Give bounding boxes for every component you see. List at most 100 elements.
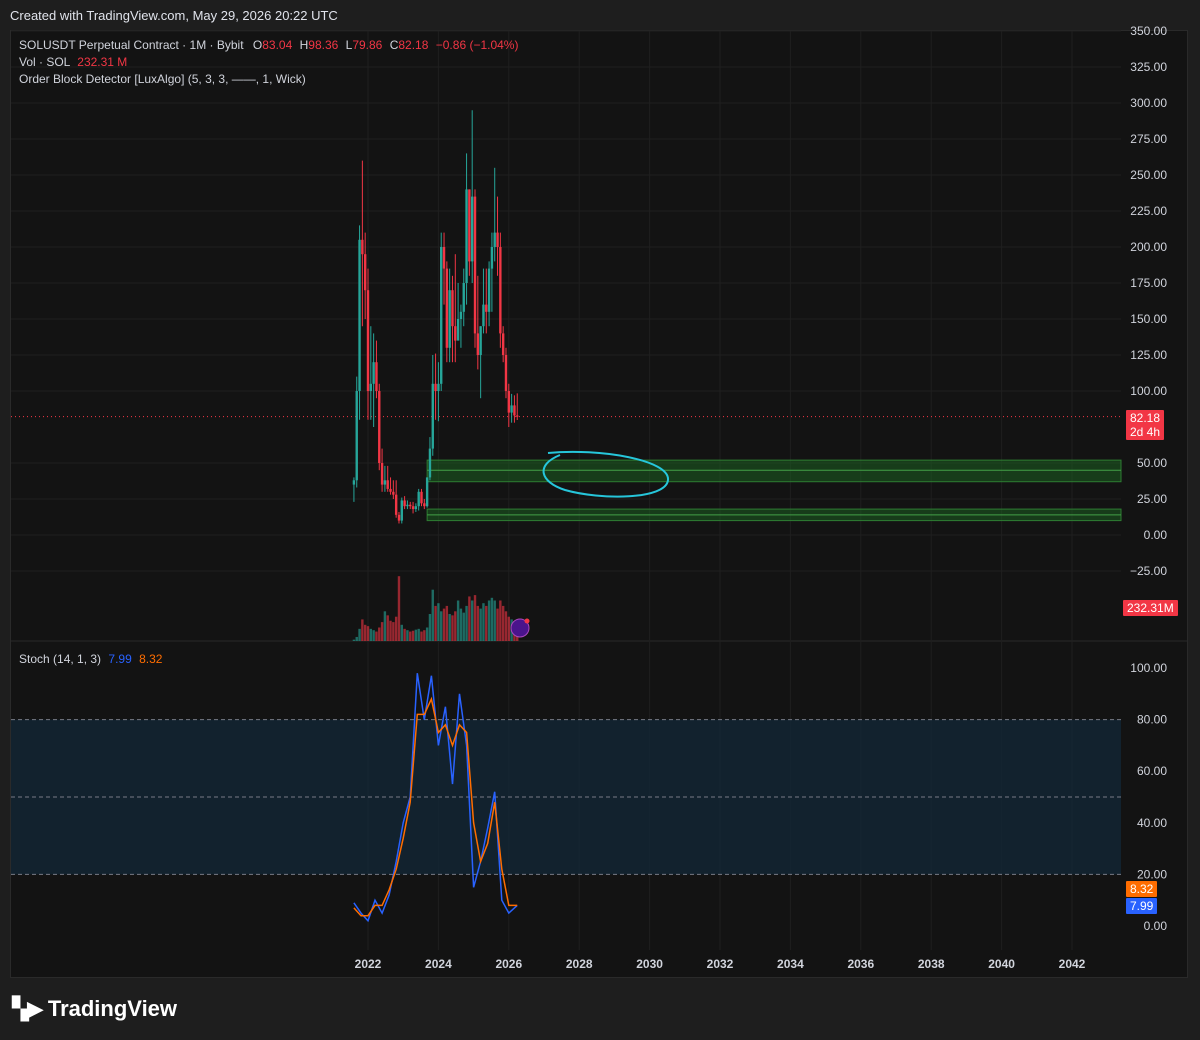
- volume-bar: [496, 608, 499, 641]
- candle-body: [380, 463, 384, 485]
- candle-body: [431, 383, 434, 449]
- volume-bar: [417, 628, 420, 641]
- volume-bar: [358, 628, 361, 641]
- candle-body: [487, 268, 491, 312]
- candle-body: [383, 480, 387, 485]
- tradingview-logo-icon: ▚▶: [12, 996, 44, 1021]
- symbol-legend: SOLUSDT Perpetual Contract · 1M · Bybit …: [19, 38, 518, 52]
- tradingview-brand[interactable]: ▚▶ TradingView: [12, 996, 177, 1022]
- stoch-y-tick-label: 80.00: [1137, 713, 1167, 727]
- candle-body: [411, 506, 415, 510]
- stoch-d-tag: 8.32: [1126, 881, 1158, 897]
- candle-body: [485, 304, 488, 312]
- candle-body: [451, 290, 454, 327]
- candle-body: [375, 362, 378, 391]
- y-tick-label: 25.00: [1137, 492, 1167, 506]
- candle-body: [513, 405, 516, 416]
- candle-body: [437, 383, 440, 391]
- alert-dot-icon: [524, 618, 530, 624]
- candle-body: [417, 491, 420, 507]
- x-tick-label: 2032: [707, 957, 734, 971]
- volume-bar: [369, 628, 373, 641]
- ohlc-close-value: 82.18: [398, 38, 429, 52]
- volume-bar: [482, 603, 485, 641]
- candle-body: [355, 391, 358, 481]
- bar-countdown: 2d 4h: [1130, 425, 1161, 439]
- candle-body: [352, 480, 356, 485]
- indicator-legend[interactable]: Order Block Detector [LuxAlgo] (5, 3, 3,…: [19, 72, 306, 86]
- indicator-label: Order Block Detector [LuxAlgo] (5, 3, 3,…: [19, 72, 306, 86]
- volume-bar: [442, 608, 446, 641]
- candle-body: [425, 477, 429, 507]
- x-tick-label: 2040: [988, 957, 1015, 971]
- y-tick-label: 0.00: [1144, 528, 1168, 542]
- stoch-y-tick-label: 100.00: [1130, 661, 1167, 675]
- volume-bar: [423, 630, 426, 641]
- volume-bar: [397, 576, 401, 641]
- volume-bar: [501, 605, 505, 641]
- stoch-legend[interactable]: Stoch (14, 1, 3) 7.99 8.32: [19, 652, 162, 666]
- stoch-y-tick-label: 0.00: [1144, 919, 1168, 933]
- ohlc-low-value: 79.86: [352, 38, 383, 52]
- candle-body: [479, 326, 482, 355]
- price-change: −0.86 (−1.04%): [435, 38, 519, 52]
- volume-value: 232.31 M: [77, 55, 128, 69]
- volume-bar: [406, 630, 409, 641]
- ohlc-open-label: O: [252, 38, 263, 52]
- candle-body: [420, 491, 423, 504]
- volume-bar: [363, 624, 367, 641]
- volume-bar: [355, 636, 358, 641]
- stoch-y-tick-label: 20.00: [1137, 867, 1167, 881]
- volume-bar: [383, 611, 387, 641]
- candle-body: [397, 514, 401, 521]
- candle-body: [369, 383, 373, 391]
- candle-body: [516, 415, 519, 417]
- candle-body: [456, 319, 460, 341]
- ohlc-high-label: H: [299, 38, 309, 52]
- candle-body: [462, 283, 465, 312]
- volume-bar: [470, 600, 474, 641]
- volume-bar: [389, 620, 392, 641]
- x-tick-label: 2030: [636, 957, 663, 971]
- stoch-k-value: 7.99: [108, 652, 132, 666]
- volume-legend[interactable]: Vol · SOL 232.31 M: [19, 55, 127, 69]
- candle-body: [386, 480, 389, 489]
- x-tick-label: 2026: [495, 957, 522, 971]
- symbol-name[interactable]: SOLUSDT Perpetual Contract · 1M · Bybit: [19, 38, 244, 52]
- volume-bar: [400, 624, 403, 641]
- candle-body: [392, 491, 395, 495]
- candle-body: [465, 189, 468, 283]
- candle-body: [361, 239, 364, 255]
- candle-body: [406, 504, 409, 507]
- volume-bar: [378, 627, 381, 641]
- x-tick-label: 2038: [918, 957, 945, 971]
- candle-body: [414, 506, 418, 510]
- candle-body: [366, 290, 370, 391]
- candle-body: [468, 189, 471, 262]
- volume-bar: [465, 605, 468, 641]
- candle-body: [423, 503, 426, 507]
- candle-body: [499, 247, 502, 334]
- volume-bar: [499, 600, 502, 641]
- candle-body: [501, 333, 505, 355]
- volume-bar: [428, 614, 432, 641]
- volume-bar: [459, 608, 463, 641]
- volume-bar: [403, 628, 406, 641]
- y-tick-label: 325.00: [1130, 60, 1167, 74]
- candle-body: [442, 247, 446, 269]
- price-chart-svg[interactable]: 2022 2024 2026 2028 2030 2032 2034 2036 2038 2040…: [0, 0, 1200, 1040]
- y-tick-label: 125.00: [1130, 348, 1167, 362]
- volume-bar: [485, 605, 488, 641]
- y-tick-label: 150.00: [1130, 312, 1167, 326]
- volume-bar: [411, 630, 415, 641]
- y-tick-label: 100.00: [1130, 384, 1167, 398]
- volume-bar: [440, 611, 443, 641]
- candle-body: [493, 232, 496, 247]
- candle-body: [394, 494, 398, 515]
- y-tick-label: −25.00: [1130, 564, 1167, 578]
- candle-body: [507, 391, 510, 413]
- volume-bar: [493, 600, 496, 641]
- candle-body: [378, 391, 381, 463]
- volume-bar: [479, 608, 482, 641]
- candle-body: [470, 196, 474, 262]
